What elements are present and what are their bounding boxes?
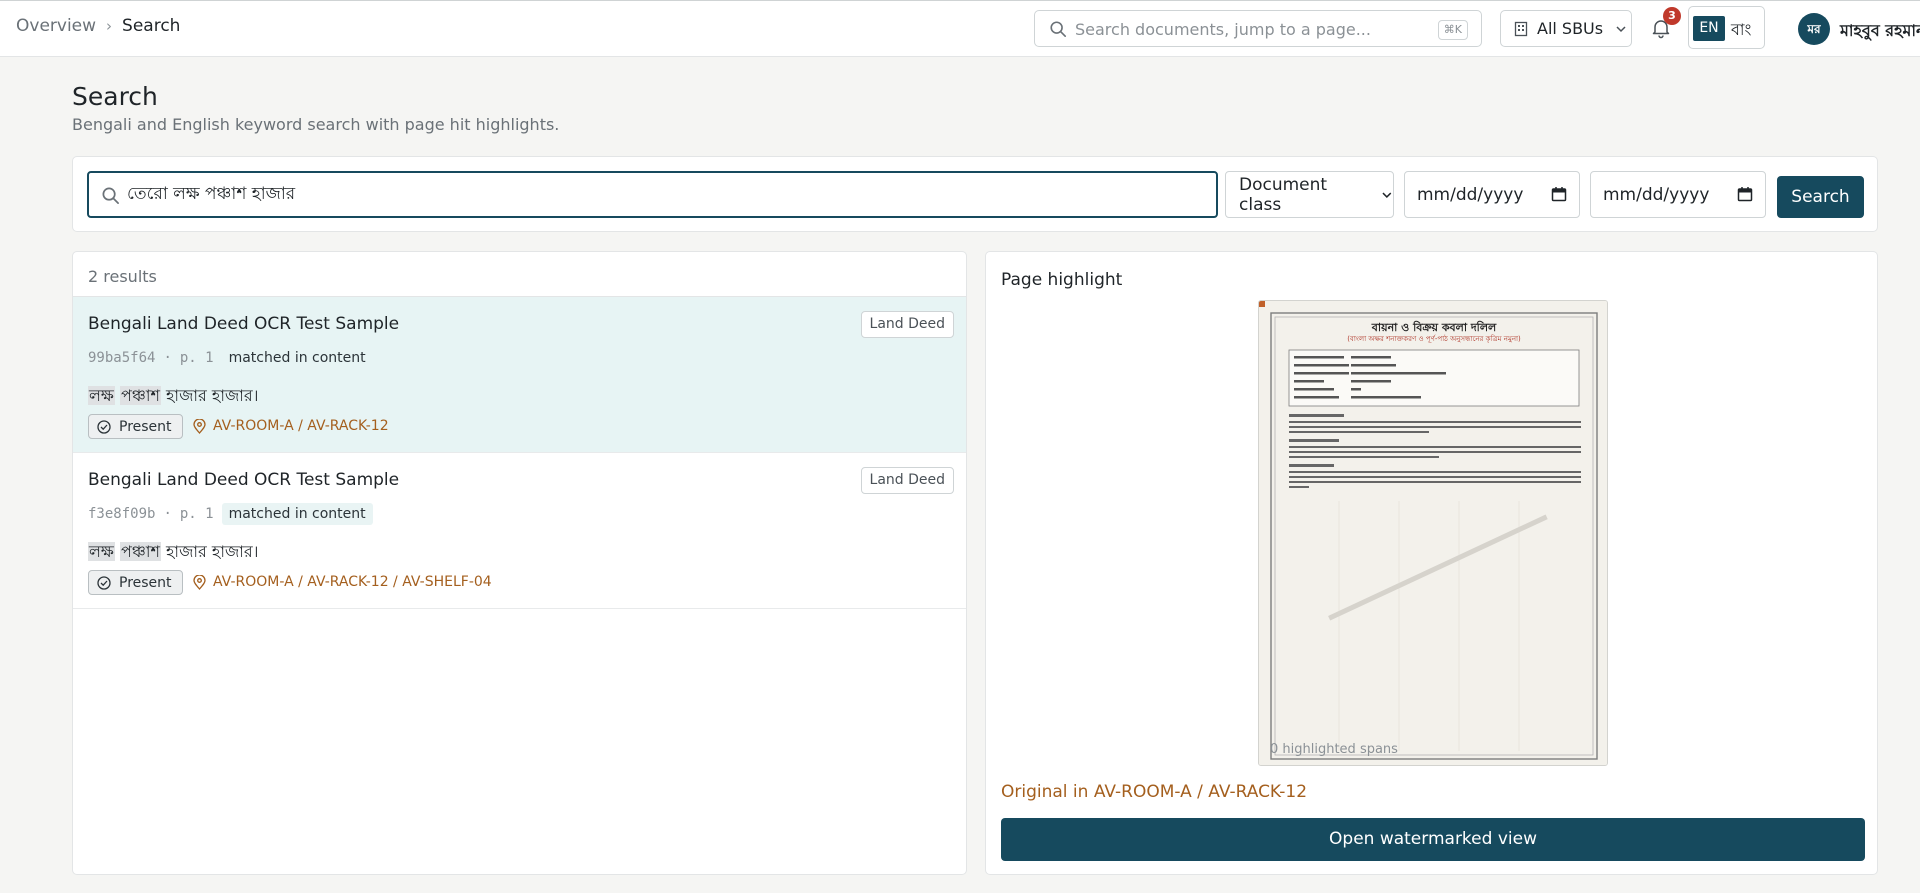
page-subtitle: Bengali and English keyword search with … xyxy=(72,115,560,134)
result-meta: f3e8f09b · p. 1 matched in content xyxy=(88,503,373,525)
global-search-input[interactable] xyxy=(1075,17,1425,41)
global-search[interactable]: ⌘K xyxy=(1034,10,1482,47)
open-watermarked-view-button[interactable]: Open watermarked view xyxy=(1001,818,1865,861)
match-badge: matched in content xyxy=(228,350,366,366)
result-snippet: লক্ষ পঞ্চাশ হাজার হাজার। xyxy=(88,383,258,410)
deed-subtitle: (বাংলা অক্ষর শনাক্তকরণ ও পূর্ণ-পাঠ অনুসন… xyxy=(1347,334,1521,343)
document-class-select[interactable]: Document class xyxy=(1225,171,1394,218)
result-item[interactable]: Bengali Land Deed OCR Test Sample Land D… xyxy=(73,297,966,453)
location-link[interactable]: AV-ROOM-A / AV-RACK-12 / AV-SHELF-04 xyxy=(193,574,492,590)
breadcrumb: Overview › Search xyxy=(16,16,180,36)
document-class-label: Document class xyxy=(1239,174,1328,215)
results-count: 2 results xyxy=(88,267,157,286)
sbu-select-label: All SBUs xyxy=(1537,19,1604,38)
meta-separator: · xyxy=(163,350,172,366)
page-preview-image[interactable]: বায়না ও বিক্রয় কবলা দলিল (বাংলা অক্ষর … xyxy=(1258,300,1608,766)
chevron-right-icon: › xyxy=(106,17,113,35)
preview-title: Page highlight xyxy=(1001,270,1123,290)
search-icon xyxy=(1050,21,1067,38)
original-location: Original in AV-ROOM-A / AV-RACK-12 xyxy=(1001,782,1308,802)
result-page: p. 1 xyxy=(179,506,214,522)
location-link[interactable]: AV-ROOM-A / AV-RACK-12 xyxy=(193,418,389,434)
result-hash: 99ba5f64 xyxy=(88,350,156,366)
result-page: p. 1 xyxy=(179,350,214,366)
breadcrumb-current: Search xyxy=(122,16,181,36)
calendar-icon[interactable] xyxy=(1737,186,1753,202)
result-title: Bengali Land Deed OCR Test Sample xyxy=(88,314,400,334)
search-button[interactable]: Search xyxy=(1777,176,1864,218)
result-item[interactable]: Bengali Land Deed OCR Test Sample Land D… xyxy=(73,453,966,609)
status-label: Present xyxy=(119,574,172,591)
sbu-select[interactable]: All SBUs xyxy=(1500,10,1632,47)
snippet-highlight: লক্ষ xyxy=(88,542,115,561)
check-circle-icon xyxy=(97,419,111,434)
map-pin-icon xyxy=(193,418,206,434)
deed-title: বায়না ও বিক্রয় কবলা দলিল xyxy=(1371,320,1497,334)
building-icon xyxy=(1514,21,1528,36)
meta-separator: · xyxy=(163,506,172,522)
chevron-down-icon xyxy=(1382,192,1392,198)
avatar[interactable]: মর xyxy=(1798,13,1830,45)
query-input[interactable] xyxy=(127,183,1197,207)
results-panel: 2 results Bengali Land Deed OCR Test Sam… xyxy=(72,251,967,875)
snippet-text: হাজার হাজার। xyxy=(166,542,259,561)
location-label: AV-ROOM-A / AV-RACK-12 / AV-SHELF-04 xyxy=(213,574,492,590)
date-to-input[interactable]: mm/dd/yyyy xyxy=(1590,171,1766,218)
query-box[interactable] xyxy=(87,171,1218,218)
language-bn-option[interactable]: বাং xyxy=(1731,17,1751,44)
snippet-text: হাজার হাজার। xyxy=(166,386,259,405)
search-panel: Document class mm/dd/yyyy mm/dd/yyyy Sea… xyxy=(72,156,1878,232)
location-label: AV-ROOM-A / AV-RACK-12 xyxy=(213,418,389,434)
doc-type-badge: Land Deed xyxy=(860,311,954,338)
result-snippet: লক্ষ পঞ্চাশ হাজার হাজার। xyxy=(88,539,258,566)
result-hash: f3e8f09b xyxy=(88,506,156,522)
notification-count-badge: 3 xyxy=(1663,7,1681,25)
doc-type-badge: Land Deed xyxy=(860,467,954,494)
preview-panel: Page highlight বায়না ও বিক্রয় কবলা দলি… xyxy=(985,251,1878,875)
breadcrumb-overview-link[interactable]: Overview xyxy=(16,16,96,36)
snippet-highlight: পঞ্চাশ xyxy=(119,386,161,405)
result-meta: 99ba5f64 · p. 1 matched in content xyxy=(88,347,373,369)
top-bar: Overview › Search ⌘K All SBUs 3 EN বাং ম… xyxy=(0,0,1920,57)
result-title: Bengali Land Deed OCR Test Sample xyxy=(88,470,400,490)
search-icon xyxy=(102,187,119,204)
status-label: Present xyxy=(119,418,172,435)
date-from-input[interactable]: mm/dd/yyyy xyxy=(1404,171,1580,218)
map-pin-icon xyxy=(193,574,206,590)
chevron-down-icon xyxy=(1616,25,1626,32)
match-badge: matched in content xyxy=(221,503,373,525)
snippet-highlight: পঞ্চাশ xyxy=(119,542,161,561)
page-title: Search xyxy=(72,82,158,111)
user-name[interactable]: মাহবুব রহমান xyxy=(1840,18,1920,45)
shortcut-hint: ⌘K xyxy=(1437,20,1468,40)
check-circle-icon xyxy=(97,575,111,590)
status-badge: Present xyxy=(88,570,183,595)
highlight-span-count: 0 highlighted spans xyxy=(1270,742,1398,757)
status-badge: Present xyxy=(88,414,183,439)
deed-page-thumbnail: বায়না ও বিক্রয় কবলা দলিল (বাংলা অক্ষর … xyxy=(1259,301,1607,765)
calendar-icon[interactable] xyxy=(1551,186,1567,202)
snippet-highlight: লক্ষ xyxy=(88,386,115,405)
language-toggle[interactable]: EN বাং xyxy=(1688,6,1765,49)
language-en-option[interactable]: EN xyxy=(1693,16,1725,41)
date-to-value: mm/dd/yyyy xyxy=(1603,184,1710,205)
date-from-value: mm/dd/yyyy xyxy=(1417,184,1524,205)
